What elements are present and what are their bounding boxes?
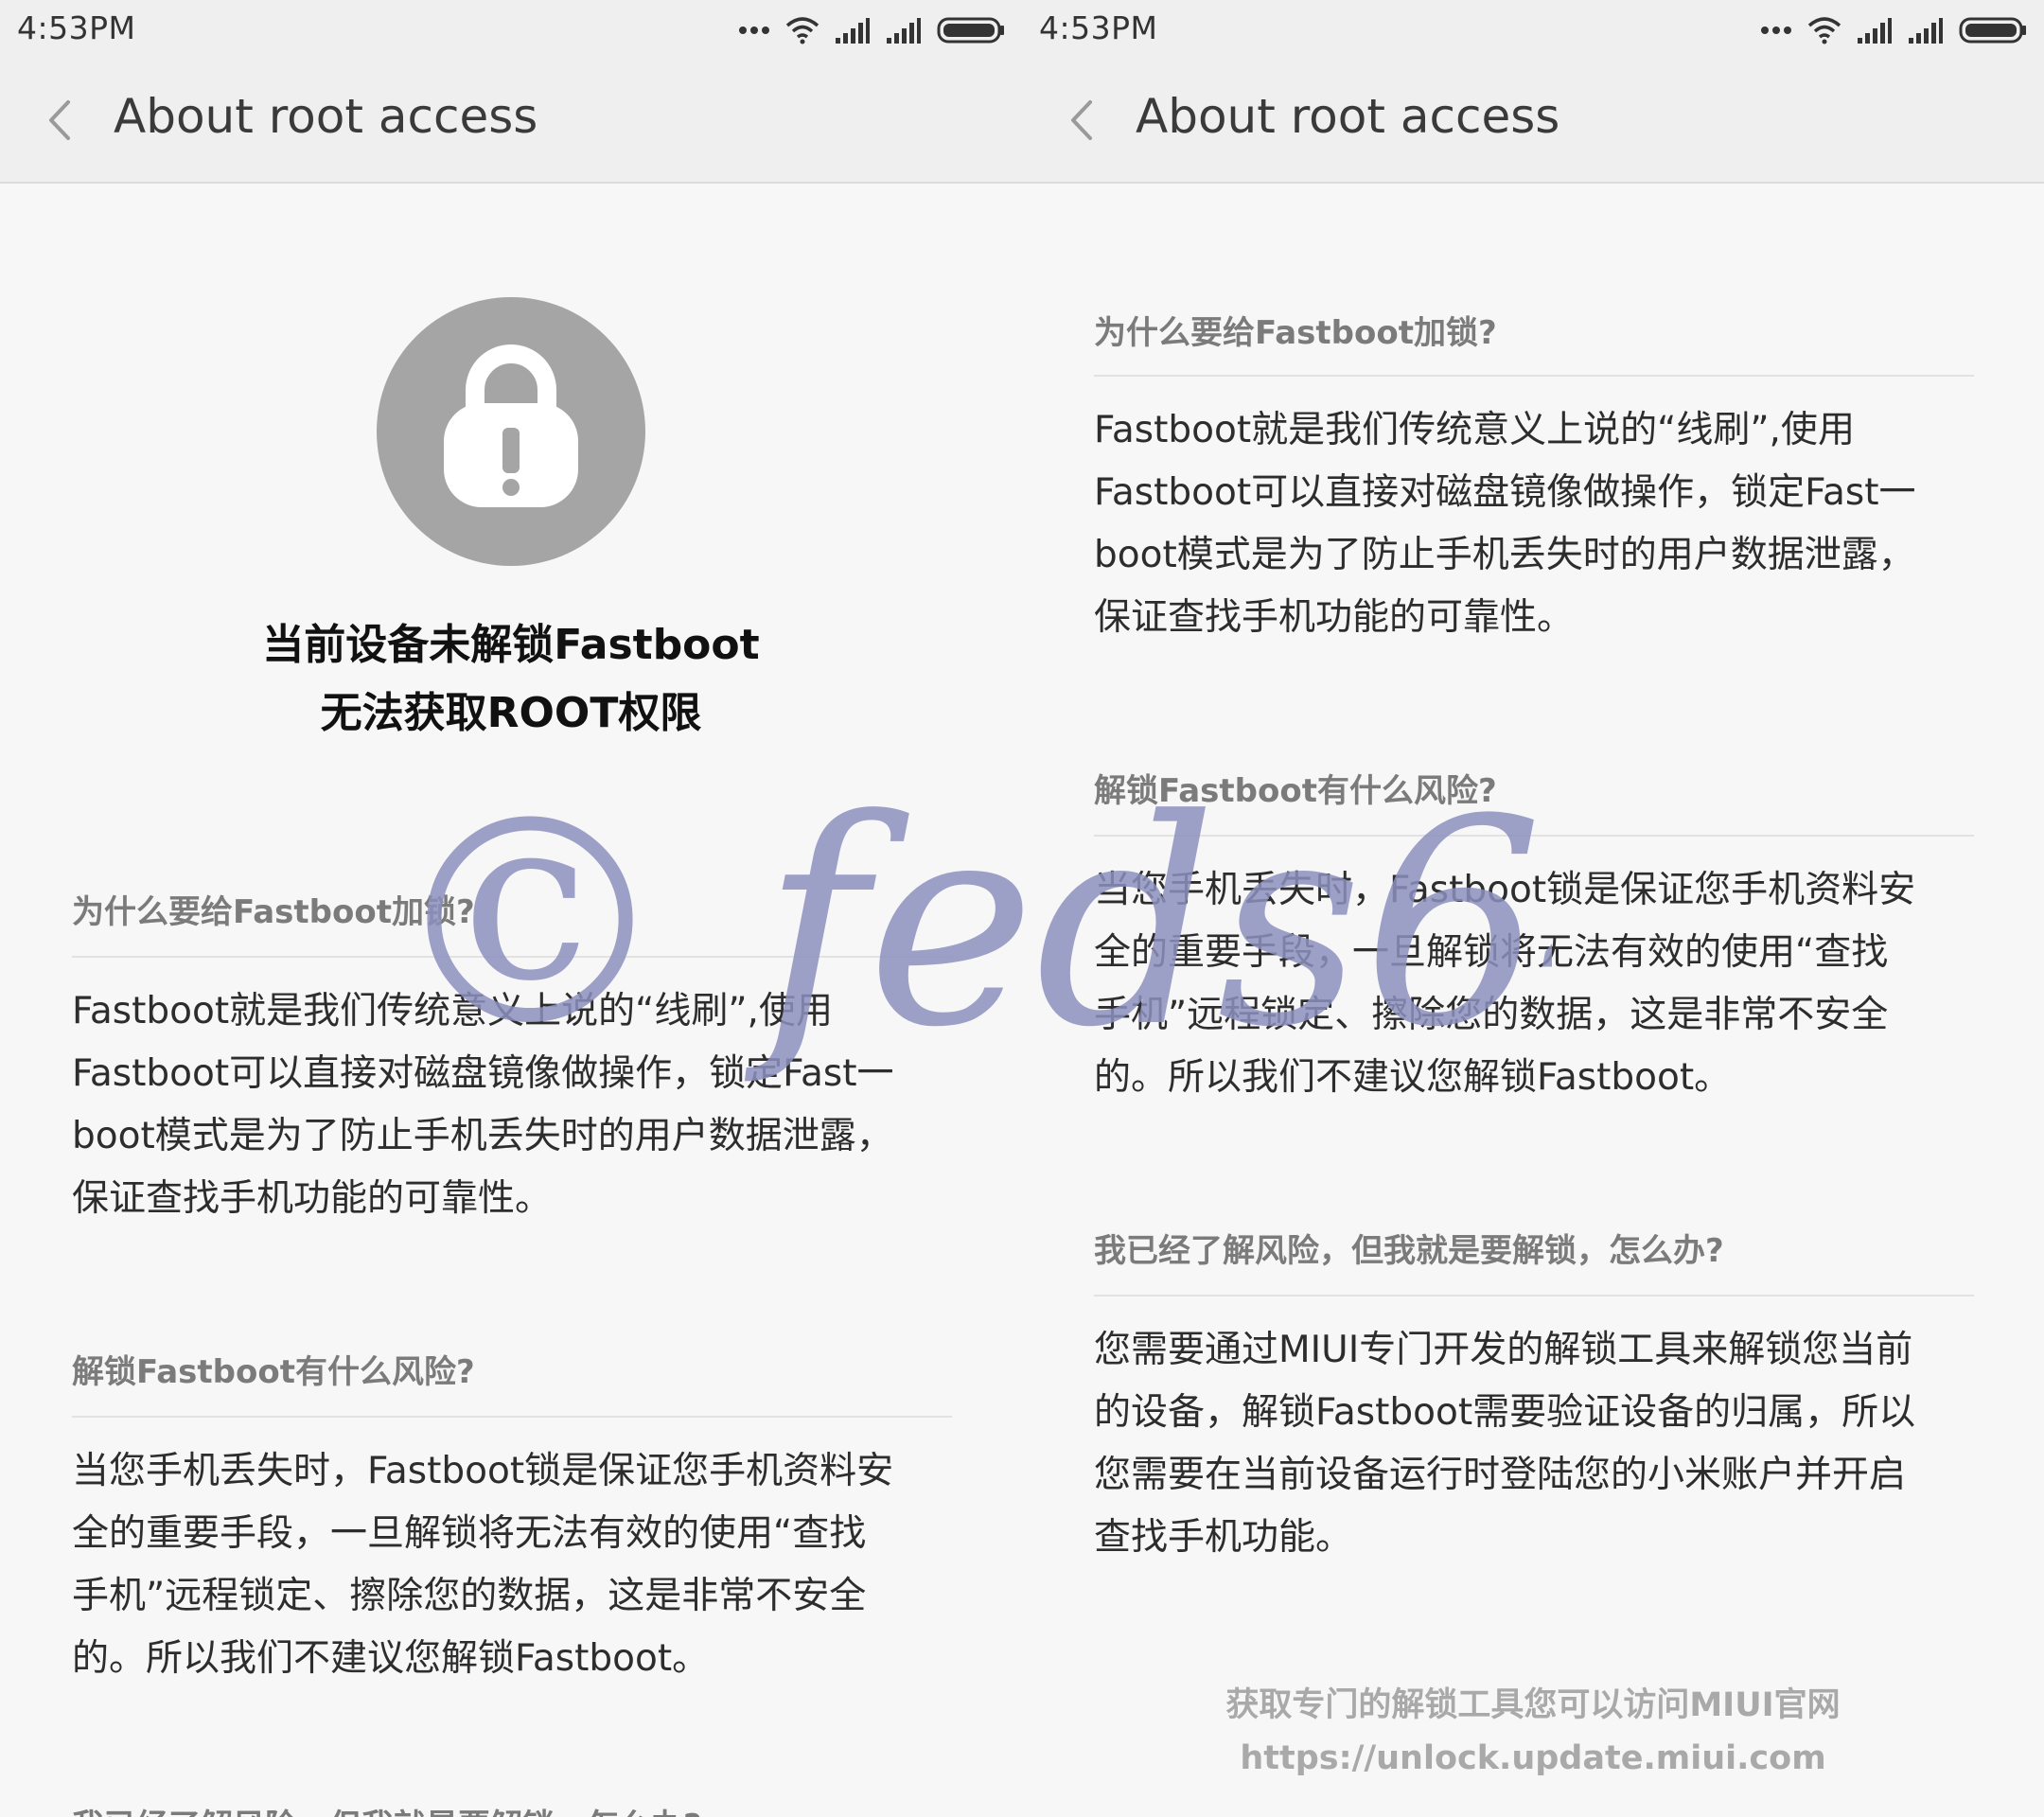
- battery-icon: [1959, 17, 2026, 44]
- body-line: 当您手机丢失时，Fastboot锁是保证您手机资料安: [1094, 869, 1916, 911]
- headline: 当前设备未解锁Fastboot 无法获取ROOT权限: [132, 611, 890, 748]
- divider: [1094, 835, 1974, 837]
- body-line: Fastboot可以直接对磁盘镜像做操作，锁定Fast一: [72, 1052, 894, 1095]
- section-title: 我已经了解风险，但我就是要解锁，怎么办?: [72, 1800, 702, 1817]
- body-line: boot模式是为了防止手机丢失时的用户数据泄露，: [72, 1115, 893, 1157]
- section-body: Fastboot就是我们传统意义上说的“线刷”,使用 Fastboot可以直接对…: [1094, 399, 1974, 649]
- wifi-icon: [785, 17, 819, 44]
- chevron-left-icon[interactable]: [1060, 97, 1107, 144]
- body-line: 保证查找手机功能的可靠性。: [1094, 596, 1575, 639]
- status-time: 4:53PM: [1039, 9, 1158, 46]
- more-dots-icon: [739, 26, 769, 34]
- divider: [1094, 1295, 1974, 1297]
- section-title: 为什么要给Fastboot加锁?: [1094, 314, 1497, 352]
- status-icons: [738, 11, 1005, 49]
- lock-warning-icon: [377, 297, 645, 566]
- battery-icon: [937, 17, 1004, 44]
- body-line: Fastboot可以直接对磁盘镜像做操作，锁定Fast一: [1094, 471, 1916, 514]
- body-line: 的设备，解锁Fastboot需要验证设备的归属，所以: [1094, 1391, 1916, 1434]
- body-line: 全的重要手段，一旦解锁将无法有效的使用“查找: [72, 1512, 867, 1555]
- unlock-link[interactable]: https://unlock.update.miui.com: [1022, 1732, 2044, 1785]
- left-screen: 4:53PM About root access 当前设备未解锁Fastboot…: [0, 0, 1022, 1817]
- status-icons: [1760, 11, 2027, 49]
- page-title: About root access: [1136, 89, 1560, 144]
- signal-icon: [1909, 18, 1943, 44]
- section-body: 您需要通过MIUI专门开发的解锁工具来解锁您当前 的设备，解锁Fastboot需…: [1094, 1319, 1974, 1569]
- divider: [1094, 375, 1974, 377]
- headline-line1: 当前设备未解锁Fastboot: [262, 621, 760, 669]
- footer: 获取专门的解锁工具您可以访问MIUI官网 https://unlock.upda…: [1022, 1679, 2044, 1785]
- section-body: Fastboot就是我们传统意义上说的“线刷”,使用 Fastboot可以直接对…: [72, 980, 952, 1230]
- body-line: 的。所以我们不建议您解锁Fastboot。: [72, 1637, 710, 1680]
- chevron-left-icon[interactable]: [38, 97, 85, 144]
- headline-line2: 无法获取ROOT权限: [320, 689, 702, 737]
- status-time: 4:53PM: [17, 9, 136, 46]
- page-title: About root access: [114, 89, 538, 144]
- body-line: 当您手机丢失时，Fastboot锁是保证您手机资料安: [72, 1450, 894, 1492]
- body-line: boot模式是为了防止手机丢失时的用户数据泄露，: [1094, 534, 1915, 576]
- section-title: 解锁Fastboot有什么风险?: [72, 1353, 475, 1391]
- body-line: 的。所以我们不建议您解锁Fastboot。: [1094, 1056, 1732, 1099]
- body-line: Fastboot就是我们传统意义上说的“线刷”,使用: [1094, 409, 1855, 451]
- body-line: 手机”远程锁定、擦除您的数据，这是非常不安全: [72, 1575, 867, 1617]
- body-line: 您需要通过MIUI专门开发的解锁工具来解锁您当前: [1094, 1329, 1913, 1371]
- divider: [72, 1416, 952, 1418]
- more-dots-icon: [1761, 26, 1791, 34]
- footer-line1: 获取专门的解锁工具您可以访问MIUI官网: [1225, 1686, 1841, 1724]
- body-line: 您需要在当前设备运行时登陆您的小米账户并开启: [1094, 1454, 1907, 1496]
- signal-icon: [836, 18, 870, 44]
- status-bar: 4:53PM: [1022, 0, 2044, 59]
- body-line: Fastboot就是我们传统意义上说的“线刷”,使用: [72, 990, 833, 1032]
- section-title: 解锁Fastboot有什么风险?: [1094, 772, 1497, 810]
- divider: [72, 956, 952, 958]
- title-bar: About root access: [0, 59, 1022, 184]
- signal-icon: [887, 18, 921, 44]
- right-screen: 4:53PM About root access 为什么要给Fastboot加锁…: [1022, 0, 2044, 1817]
- body-line: 全的重要手段，一旦解锁将无法有效的使用“查找: [1094, 931, 1889, 974]
- section-body: 当您手机丢失时，Fastboot锁是保证您手机资料安 全的重要手段，一旦解锁将无…: [1094, 859, 1974, 1109]
- body-line: 保证查找手机功能的可靠性。: [72, 1177, 553, 1220]
- body-line: 手机”远程锁定、擦除您的数据，这是非常不安全: [1094, 994, 1889, 1036]
- signal-icon: [1858, 18, 1892, 44]
- wifi-icon: [1807, 17, 1841, 44]
- section-body: 当您手机丢失时，Fastboot锁是保证您手机资料安 全的重要手段，一旦解锁将无…: [72, 1440, 952, 1690]
- title-bar: About root access: [1022, 59, 2044, 184]
- status-bar: 4:53PM: [0, 0, 1022, 59]
- body-line: 查找手机功能。: [1094, 1516, 1353, 1559]
- section-title: 为什么要给Fastboot加锁?: [72, 893, 475, 931]
- section-title: 我已经了解风险，但我就是要解锁，怎么办?: [1094, 1232, 1724, 1270]
